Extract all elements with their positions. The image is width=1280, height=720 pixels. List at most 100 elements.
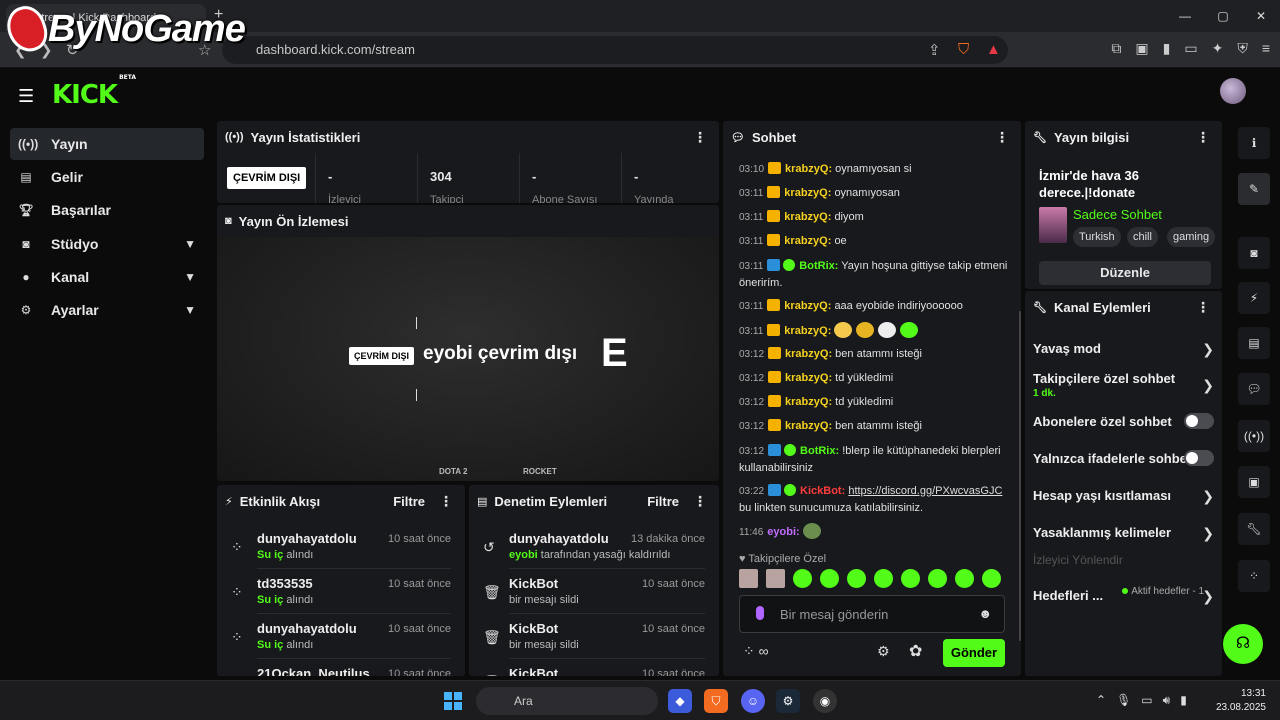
pencil-icon[interactable]: ✎ [1238,173,1270,205]
discord-link[interactable]: https://discord.gg/PXwcvasGJC [848,485,1002,497]
tag-chip[interactable]: chill [1127,227,1158,247]
document-icon[interactable]: ▤ [1238,327,1270,359]
message-user[interactable]: krabzyQ: [785,372,832,384]
chat-bubble-icon[interactable]: 💬︎ [1238,373,1270,405]
emote-icon[interactable] [982,569,1001,588]
kick-logo[interactable]: KICKBETA [52,74,136,110]
microphone-icon[interactable] [756,606,764,620]
item-username[interactable]: td353535 [257,576,313,591]
chat-message[interactable]: 03:11 BotRix: Yayın hoşuna gittiyse takip… [739,258,1011,291]
message-user[interactable]: eyobi: [767,526,799,538]
lightning-icon[interactable]: ⚡︎ [1238,282,1270,314]
item-username[interactable]: dunyahayatdolu [257,621,357,636]
battery-icon[interactable]: ▮ [1180,693,1187,708]
tag-chip[interactable]: gaming [1167,227,1216,247]
message-user[interactable]: krabzyQ: [784,187,831,199]
wrench-icon[interactable]: 🔧︎ [1238,513,1270,545]
emotes-only-toggle[interactable] [1184,450,1214,466]
filter-button[interactable]: Filtre [647,494,679,509]
sidebar-item-gelir[interactable]: ▤ Gelir [10,161,204,193]
item-username[interactable]: KickBot [509,621,558,636]
wallet-icon[interactable]: ▭ [1184,40,1197,57]
emoji-picker-icon[interactable]: ☻ [978,606,992,621]
edit-button[interactable]: Düzenle [1039,261,1211,285]
obs-icon[interactable]: ◉ [813,689,837,713]
tray-expand-icon[interactable]: ⌃ [1096,693,1106,708]
message-user[interactable]: BotRix: [800,445,839,457]
item-username[interactable]: KickBot [509,666,558,676]
vpn-icon[interactable]: ⛨ [1237,40,1248,57]
action-slow-mode[interactable]: Yavaş mod ❯ [1033,341,1214,357]
action-account-age[interactable]: Hesap yaşı kısıtlaması ❯ [1033,488,1214,504]
subscribers-only-toggle[interactable] [1184,413,1214,429]
brave-rewards-icon[interactable]: ▲ [986,41,1001,58]
sidebar-toggle-icon[interactable]: ▮ [1163,40,1171,57]
item-username[interactable]: 21Ockan_Neutilus [257,666,370,676]
more-options-icon[interactable]: ⋮ [693,129,707,146]
emote-icon[interactable] [955,569,974,588]
broadcast-icon[interactable]: ((•)) [1238,420,1270,452]
chat-message[interactable]: 03:12 krabzyQ: ben atammı isteği [739,418,1011,435]
filter-button[interactable]: Filtre [393,494,425,509]
taskbar-search[interactable]: Ara [476,687,658,715]
sidebar-item-yayin[interactable]: ((•)) Yayın [10,128,204,160]
message-user[interactable]: krabzyQ: [784,211,831,223]
microphone-icon[interactable]: 🎙︎ [1116,693,1131,708]
support-headset-icon[interactable]: ☊ [1223,624,1263,664]
leo-icon[interactable]: ✦ [1212,40,1224,57]
kick-points-icon[interactable]: ⁘ [1238,560,1270,592]
emote-icon[interactable] [928,569,947,588]
kick-points-display[interactable]: ⁘ ∞ [743,643,769,660]
chat-message[interactable]: 03:12 BotRix: !blerp ile kütüphanedeki bl… [739,443,1011,476]
camera-icon[interactable]: ◙ [1238,237,1270,269]
hamburger-menu-icon[interactable]: ☰ [18,86,34,107]
action-banned-words[interactable]: Yasaklanmış kelimeler ❯ [1033,525,1214,541]
chat-message[interactable]: 03:12 krabzyQ: ben atammı isteği [739,346,1011,363]
chat-message[interactable]: 03:11 krabzyQ: oe [739,233,1011,250]
close-window-button[interactable]: ✕ [1242,0,1280,32]
message-user[interactable]: krabzyQ: [784,300,831,312]
message-user[interactable]: BotRix: [799,260,838,272]
volume-icon[interactable]: 🔊︎ [1163,693,1171,708]
brave-browser-icon[interactable]: ⛉ [704,689,728,713]
chat-message[interactable]: 03:11 krabzyQ: aaa eyobide indiriyoooooo [739,298,1011,315]
more-options-icon[interactable]: ⋮ [995,129,1009,146]
more-options-icon[interactable]: ⋮ [1196,129,1210,146]
item-username[interactable]: KickBot [509,576,558,591]
emote-icon[interactable] [739,569,758,588]
share-icon[interactable]: ⇪ [928,41,941,59]
send-button[interactable]: Gönder [943,639,1005,667]
extensions-icon[interactable]: ⧉ [1111,40,1121,57]
video-icon[interactable]: ▣ [1238,466,1270,498]
chat-settings-icon[interactable]: ⚙ [877,643,890,660]
message-user[interactable]: krabzyQ: [785,396,832,408]
menu-icon[interactable]: ≡ [1262,40,1270,57]
chat-message[interactable]: 03:12 krabzyQ: td yükledimi [739,370,1011,387]
chat-message[interactable]: 03:12 krabzyQ: td yükledimi [739,394,1011,411]
taskbar-clock[interactable]: 13:31 23.08.2025 [1216,687,1266,715]
message-user[interactable]: krabzyQ: [784,325,831,337]
brave-shield-icon[interactable]: ⛉ [958,41,969,58]
sidebar-item-ayarlar[interactable]: ⚙ Ayarlar ▼ [10,294,204,326]
message-user[interactable]: krabzyQ: [784,235,831,247]
category-name[interactable]: Sadece Sohbet [1073,207,1162,222]
sidebar-item-kanal[interactable]: ● Kanal ▼ [10,261,204,293]
emote-icon[interactable] [901,569,920,588]
emote-icon[interactable] [793,569,812,588]
emote-icon[interactable] [847,569,866,588]
url-field[interactable]: dashboard.kick.com/stream [222,36,1008,64]
reader-icon[interactable]: ▣ [1135,40,1148,57]
maximize-button[interactable]: ▢ [1204,0,1242,32]
item-username[interactable]: dunyahayatdolu [509,531,609,546]
action-followers-only[interactable]: Takipçilere özel sohbet 1 dk. ❯ [1033,371,1214,399]
chat-message[interactable]: 03:10 krabzyQ: oynamıyosan si [739,161,1011,178]
emote-icon[interactable] [766,569,785,588]
network-icon[interactable]: ▭ [1141,693,1152,708]
more-options-icon[interactable]: ⋮ [693,493,707,510]
minimize-button[interactable]: — [1166,0,1204,32]
chat-message[interactable]: 11:46 eyobi: [739,523,1011,541]
chat-message[interactable]: 03:22 KickBot: https://discord.gg/PXwcvas… [739,483,1011,516]
discord-icon[interactable]: ☺ [741,689,765,713]
chat-message[interactable]: 03:11 krabzyQ: diyom [739,209,1011,226]
message-user[interactable]: krabzyQ: [785,163,832,175]
